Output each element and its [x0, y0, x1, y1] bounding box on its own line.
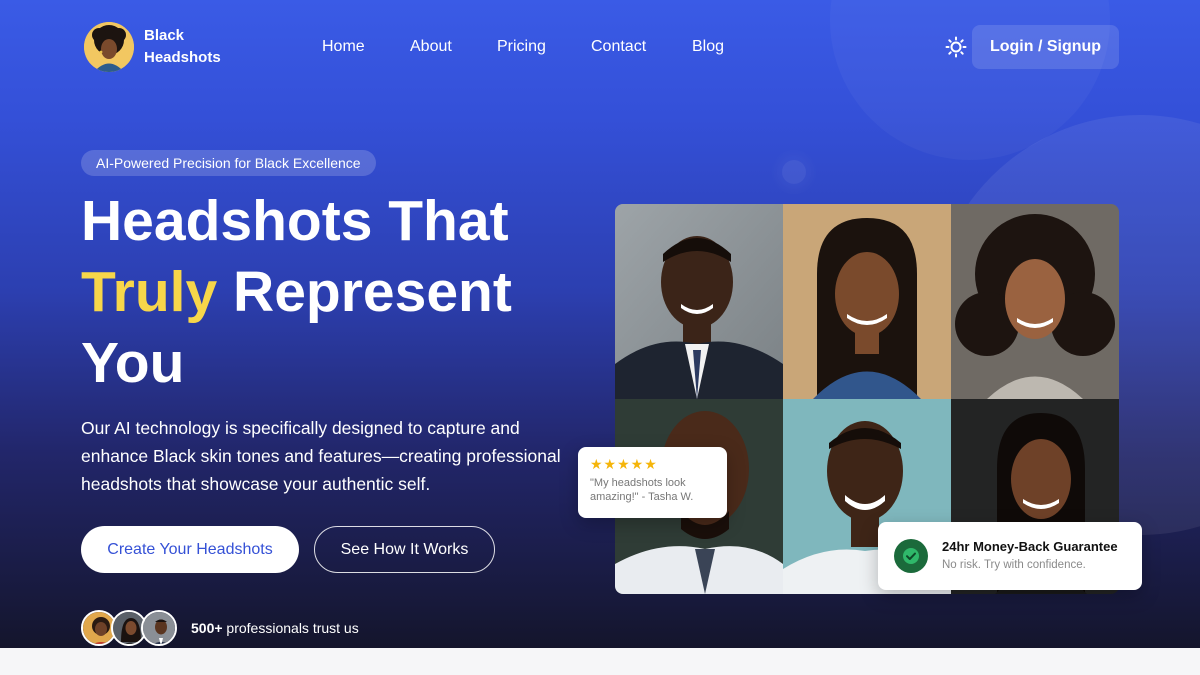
nav-pricing[interactable]: Pricing: [497, 38, 546, 56]
brand-logo[interactable]: Black Headshots: [84, 22, 234, 72]
headshot-photo: [951, 204, 1119, 399]
star-rating: ★★★★★: [590, 456, 658, 472]
sun-icon[interactable]: [945, 36, 967, 58]
brand-name-line2: Headshots: [144, 49, 221, 66]
guarantee-card: 24hr Money-Back Guarantee No risk. Try w…: [878, 522, 1142, 590]
headshot-photo: [615, 204, 783, 399]
headline-line3: You: [81, 331, 185, 395]
check-circle-icon: [894, 539, 928, 573]
trust-text: 500+ professionals trust us: [191, 620, 359, 636]
social-proof: 500+ professionals trust us: [81, 610, 359, 646]
nav-blog[interactable]: Blog: [692, 38, 724, 56]
review-quote: "My headshots look amazing!" - Tasha W.: [590, 477, 694, 503]
hero-headline: Headshots That Truly Represent You: [81, 186, 512, 399]
trust-label: professionals trust us: [222, 620, 359, 636]
guarantee-subtitle: No risk. Try with confidence.: [942, 559, 1086, 571]
headline-line2: Truly Represent: [81, 257, 512, 328]
nav-home[interactable]: Home: [322, 38, 365, 56]
review-card: ★★★★★ "My headshots look amazing!" - Tas…: [578, 447, 727, 518]
headline-accent-word: Truly: [81, 260, 218, 324]
page-bottom-strip: [0, 648, 1200, 675]
decorative-dot: [782, 160, 806, 184]
brand-name-line1: Black: [144, 27, 185, 44]
headline-line2-rest: Represent: [217, 260, 512, 324]
create-headshots-button[interactable]: Create Your Headshots: [81, 526, 299, 573]
see-how-it-works-button[interactable]: See How It Works: [314, 526, 495, 573]
woman-avatar-logo-icon: [84, 22, 134, 72]
brand-name: Black Headshots: [144, 25, 234, 69]
headline-line1: Headshots That: [81, 189, 509, 253]
trust-avatars: [81, 610, 177, 646]
hero-section: Black Headshots Home About Pricing Conta…: [0, 0, 1200, 648]
avatar: [141, 610, 177, 646]
trust-count: 500+: [191, 620, 223, 636]
guarantee-title: 24hr Money-Back Guarantee: [942, 539, 1118, 554]
login-signup-button[interactable]: Login / Signup: [972, 25, 1119, 69]
nav-about[interactable]: About: [410, 38, 452, 56]
guarantee-text: 24hr Money-Back Guarantee No risk. Try w…: [942, 539, 1118, 573]
nav-contact[interactable]: Contact: [591, 38, 646, 56]
hero-description: Our AI technology is specifically design…: [81, 418, 561, 494]
headshot-photo: [783, 204, 951, 399]
hero-badge: AI-Powered Precision for Black Excellenc…: [81, 150, 376, 176]
